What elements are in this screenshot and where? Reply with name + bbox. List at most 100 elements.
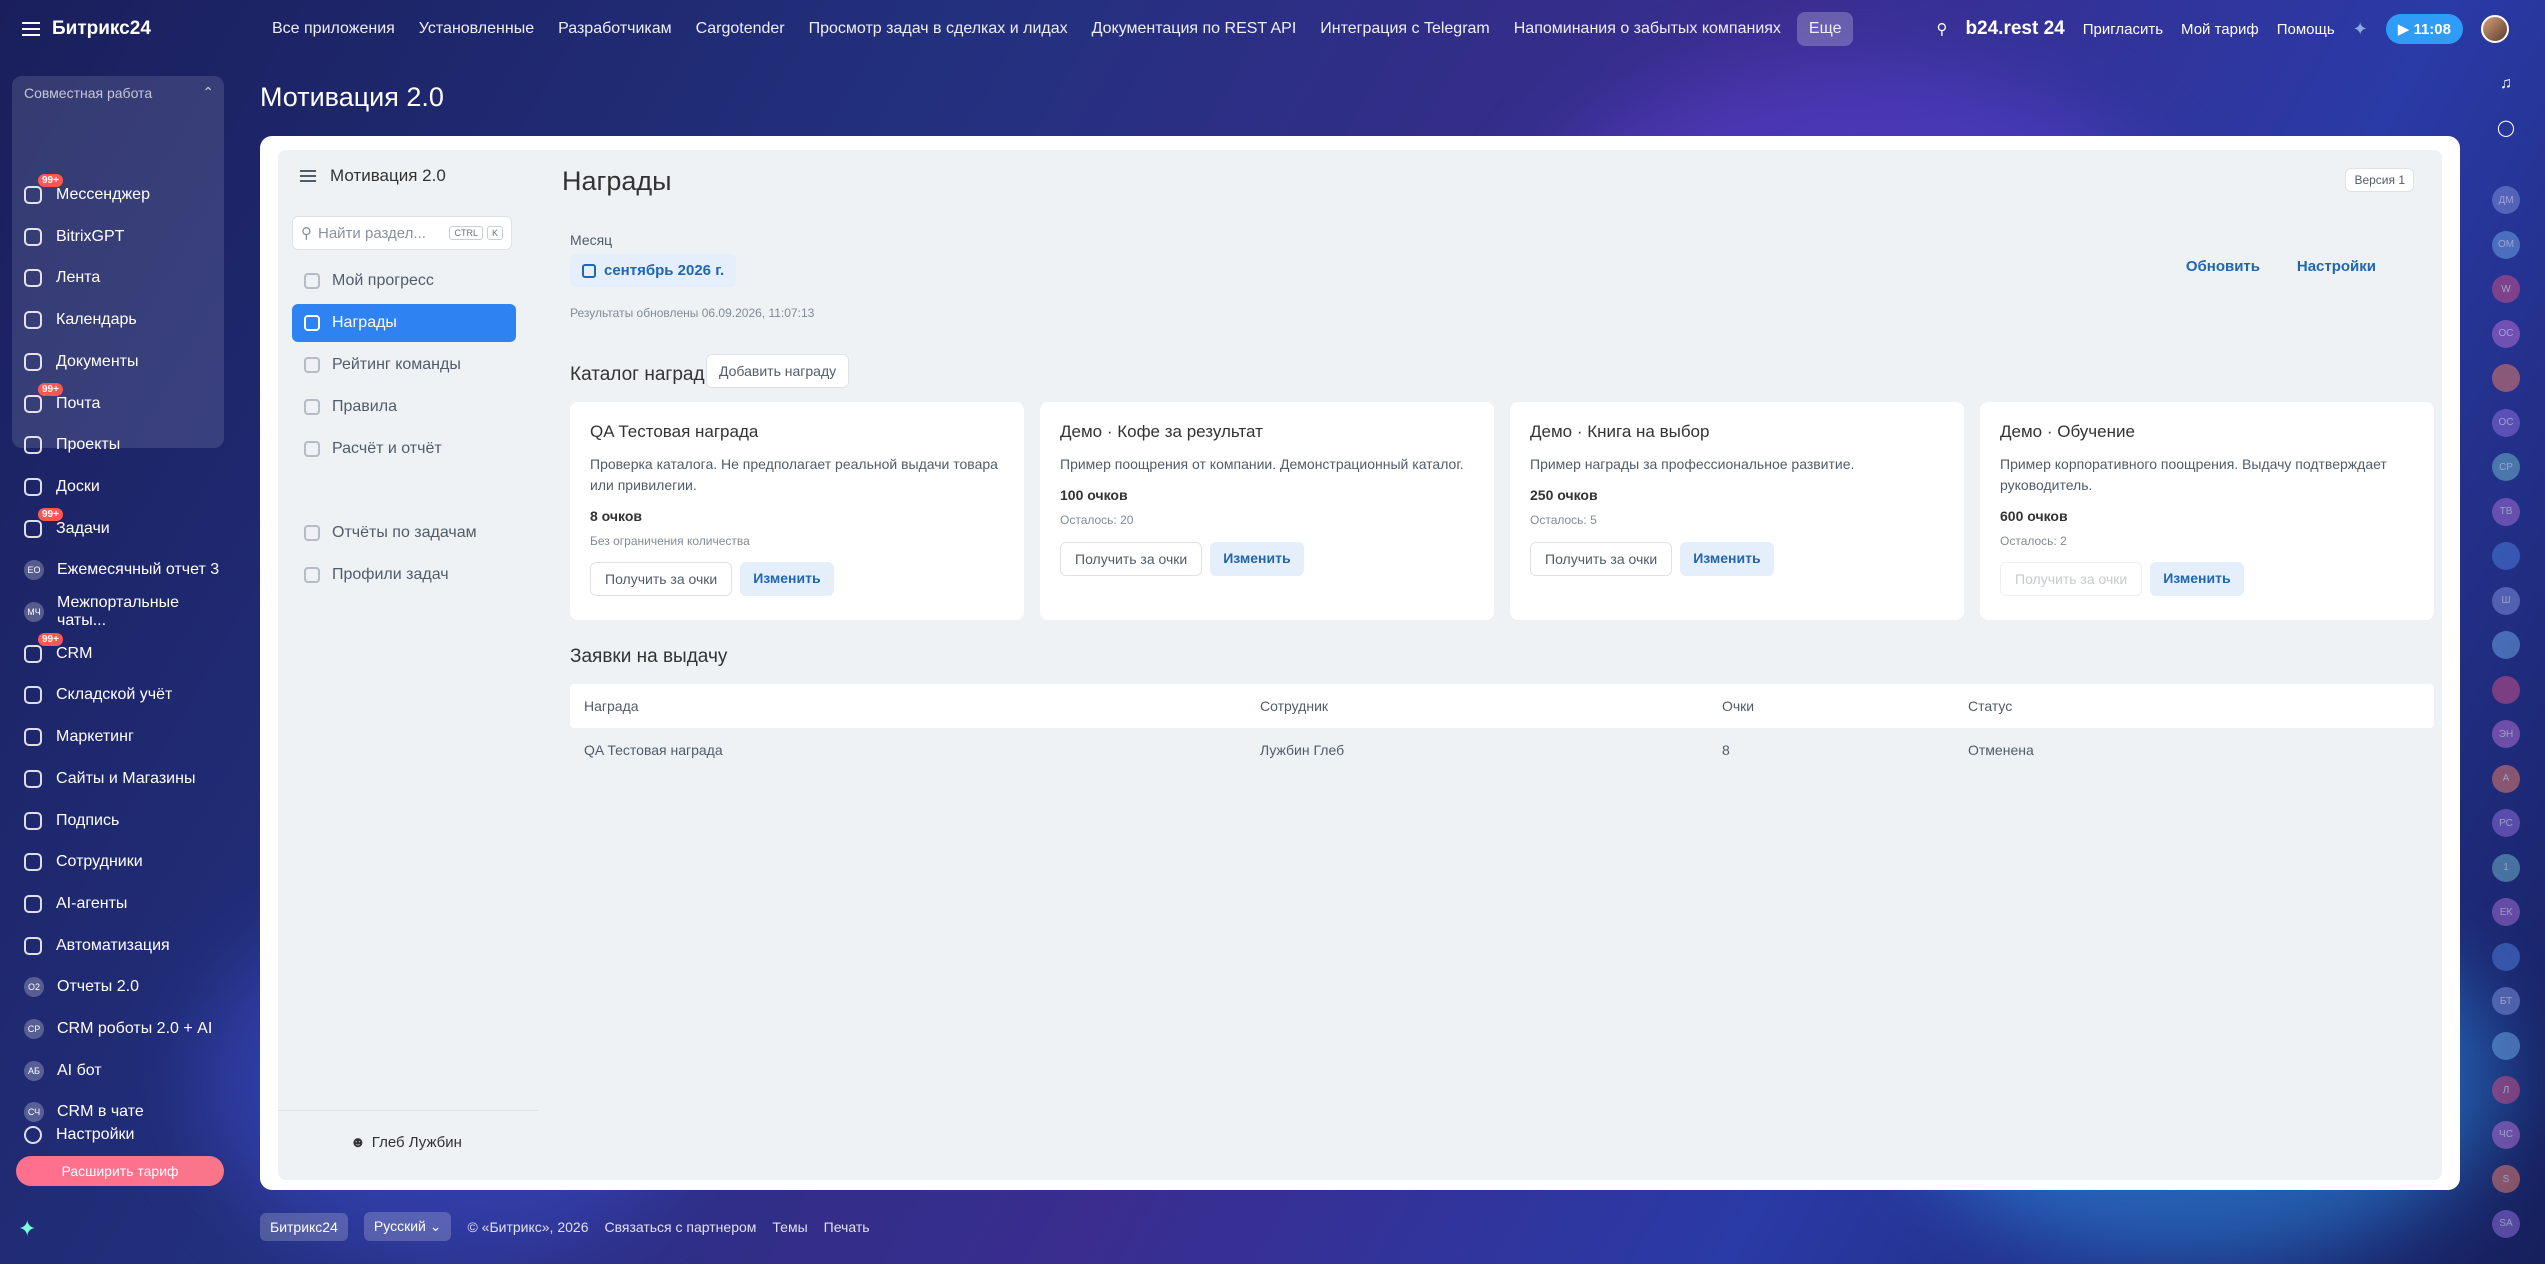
- recent-chat-avatar[interactable]: [2492, 942, 2520, 971]
- recent-chat-avatar[interactable]: ЭН: [2492, 720, 2520, 748]
- recent-chat-avatar[interactable]: [2492, 1031, 2520, 1060]
- recent-chat-avatar[interactable]: ЕК: [2492, 898, 2520, 926]
- sidebar-item[interactable]: Автоматизация: [24, 929, 224, 963]
- add-reward-button[interactable]: Добавить награду: [706, 354, 850, 388]
- sidebar-item[interactable]: O2 Отчеты 2.0: [24, 970, 224, 1004]
- get-for-points-button[interactable]: Получить за очки: [1060, 542, 1203, 576]
- themes-link[interactable]: Темы: [772, 1219, 807, 1235]
- recent-chat-avatar[interactable]: 1: [2492, 853, 2520, 882]
- print-link[interactable]: Печать: [824, 1219, 870, 1235]
- current-user[interactable]: ☻ Глеб Лужбин: [350, 1134, 462, 1151]
- footer-brand[interactable]: Битрикс24: [260, 1212, 348, 1241]
- chat-icon[interactable]: ◯: [2492, 114, 2520, 142]
- sidebar-item[interactable]: МЧ Межпортальные чаты...: [24, 594, 224, 629]
- topnav-item[interactable]: Напоминания о забытых компаниях: [1502, 20, 1793, 38]
- recent-chat-avatar[interactable]: ОС: [2492, 319, 2520, 348]
- left-menu-item[interactable]: Профили задач: [292, 556, 516, 594]
- recent-chat-avatar[interactable]: S: [2492, 1165, 2520, 1193]
- menu-burger-icon[interactable]: [22, 22, 40, 36]
- user-avatar[interactable]: [2481, 15, 2509, 43]
- sidebar-item[interactable]: Доски: [24, 470, 224, 504]
- invite-button[interactable]: Пригласить: [2083, 21, 2163, 38]
- sidebar-item[interactable]: Проекты: [24, 428, 224, 462]
- edit-reward-button[interactable]: Изменить: [2150, 562, 2244, 596]
- left-menu-item[interactable]: Расчёт и отчёт: [292, 430, 516, 468]
- left-menu-item[interactable]: Награды: [292, 304, 516, 342]
- recent-chat-avatar[interactable]: Ш: [2492, 586, 2520, 615]
- recent-chat-avatar[interactable]: Л: [2492, 1076, 2520, 1104]
- section-search[interactable]: ⚲ Найти раздел... CTRL K: [292, 216, 512, 250]
- sidebar-item[interactable]: Складской учёт: [24, 678, 224, 712]
- sidebar-item[interactable]: Подпись: [24, 804, 224, 838]
- get-for-points-button[interactable]: Получить за очки: [2000, 562, 2143, 596]
- recent-chat-avatar[interactable]: [2492, 631, 2520, 659]
- upgrade-tariff-button[interactable]: Расширить тариф: [16, 1156, 224, 1186]
- worktime-button[interactable]: ▶ 11:08: [2385, 14, 2463, 44]
- sidebar-group-title[interactable]: Совместная работа ⌃: [24, 84, 214, 101]
- edit-reward-button[interactable]: Изменить: [1210, 542, 1304, 576]
- recent-chat-avatar[interactable]: W: [2492, 275, 2520, 303]
- recent-chat-avatar[interactable]: [2492, 364, 2520, 392]
- sidebar-item-settings[interactable]: Настройки: [24, 1118, 224, 1152]
- settings-button[interactable]: Настройки: [2287, 250, 2386, 283]
- topnav-item[interactable]: Документация по REST API: [1080, 20, 1309, 38]
- bell-icon[interactable]: ♫: [2492, 70, 2520, 98]
- help-button[interactable]: Помощь: [2277, 21, 2335, 38]
- topnav-item[interactable]: Еще: [1796, 12, 1854, 46]
- month-picker[interactable]: сентябрь 2026 г.: [570, 254, 737, 287]
- topnav-item[interactable]: Разработчикам: [546, 20, 684, 38]
- recent-chat-avatar[interactable]: А: [2492, 764, 2520, 793]
- topnav-item[interactable]: Все приложения: [260, 20, 407, 38]
- recent-chat-avatar[interactable]: ОС: [2492, 408, 2520, 437]
- sidebar-item[interactable]: Маркетинг: [24, 720, 224, 754]
- recent-chat-avatar[interactable]: СР: [2492, 453, 2520, 481]
- sidebar-item[interactable]: 99+ Мессенджер: [24, 174, 224, 212]
- recent-chat-avatar[interactable]: ЧС: [2492, 1120, 2520, 1149]
- portal-name[interactable]: b24.rest 24: [1965, 18, 2064, 40]
- recent-chat-avatar[interactable]: [2492, 542, 2520, 570]
- edit-reward-button[interactable]: Изменить: [740, 562, 834, 596]
- recent-chat-avatar[interactable]: ОМ: [2492, 230, 2520, 259]
- left-menu-item[interactable]: Рейтинг команды: [292, 346, 516, 384]
- sidebar-item[interactable]: 99+ Почта: [24, 382, 224, 421]
- sidebar-item[interactable]: Лента: [24, 261, 224, 295]
- tariff-link[interactable]: Мой тариф: [2181, 21, 2259, 38]
- topnav-item[interactable]: Установленные: [407, 20, 546, 38]
- sidebar-item[interactable]: Календарь: [24, 303, 224, 337]
- topnav-item[interactable]: Просмотр задач в сделках и лидах: [797, 20, 1080, 38]
- sidebar-item[interactable]: AI-агенты: [24, 887, 224, 921]
- recent-chat-avatar[interactable]: БТ: [2492, 987, 2520, 1015]
- partner-link[interactable]: Связаться с партнером: [604, 1219, 756, 1235]
- recent-chat-avatar[interactable]: [2492, 675, 2520, 704]
- table-row[interactable]: QA Тестовая награда Лужбин Глеб 8 Отмене…: [570, 728, 2434, 772]
- sidebar-item[interactable]: CP CRM роботы 2.0 + AI: [24, 1012, 224, 1046]
- left-menu-item[interactable]: Правила: [292, 388, 516, 426]
- logo[interactable]: Битрикс24: [52, 18, 242, 40]
- recent-chat-avatar[interactable]: ДМ: [2492, 186, 2520, 214]
- topnav-item[interactable]: Cargotender: [684, 20, 797, 38]
- chevron-up-icon[interactable]: ⌃: [202, 84, 214, 101]
- topnav-item[interactable]: Интеграция с Telegram: [1308, 20, 1501, 38]
- edit-reward-button[interactable]: Изменить: [1680, 542, 1774, 576]
- app-grid-icon[interactable]: ✦: [2353, 19, 2368, 40]
- sidebar-item[interactable]: Сайты и Магазины: [24, 762, 224, 796]
- left-menu-item[interactable]: Отчёты по задачам: [292, 514, 516, 552]
- recent-chat-avatar[interactable]: ТВ: [2492, 497, 2520, 526]
- recent-chat-avatar[interactable]: РС: [2492, 809, 2520, 837]
- left-menu-toggle-icon[interactable]: [300, 170, 316, 182]
- get-for-points-button[interactable]: Получить за очки: [1530, 542, 1673, 576]
- sidebar-item[interactable]: Сотрудники: [24, 845, 224, 879]
- search-icon[interactable]: ⚲: [1936, 20, 1947, 38]
- sidebar-item[interactable]: Документы: [24, 345, 224, 379]
- left-menu-item[interactable]: Мой прогресс: [292, 262, 516, 300]
- sidebar-item[interactable]: BitrixGPT: [24, 220, 224, 254]
- get-for-points-button[interactable]: Получить за очки: [590, 562, 733, 596]
- sidebar-item[interactable]: 99+ CRM: [24, 632, 224, 671]
- recent-chat-avatar[interactable]: SA: [2492, 1209, 2520, 1238]
- refresh-button[interactable]: Обновить: [2176, 250, 2270, 283]
- copilot-icon[interactable]: ✦: [18, 1216, 36, 1242]
- sidebar-item[interactable]: 99+ Задачи: [24, 507, 224, 546]
- sidebar-item[interactable]: АБ AI бот: [24, 1054, 224, 1088]
- sidebar-item[interactable]: ЕО Ежемесячный отчет 3: [24, 553, 224, 587]
- language-select[interactable]: Русский ⌄: [363, 1212, 452, 1241]
